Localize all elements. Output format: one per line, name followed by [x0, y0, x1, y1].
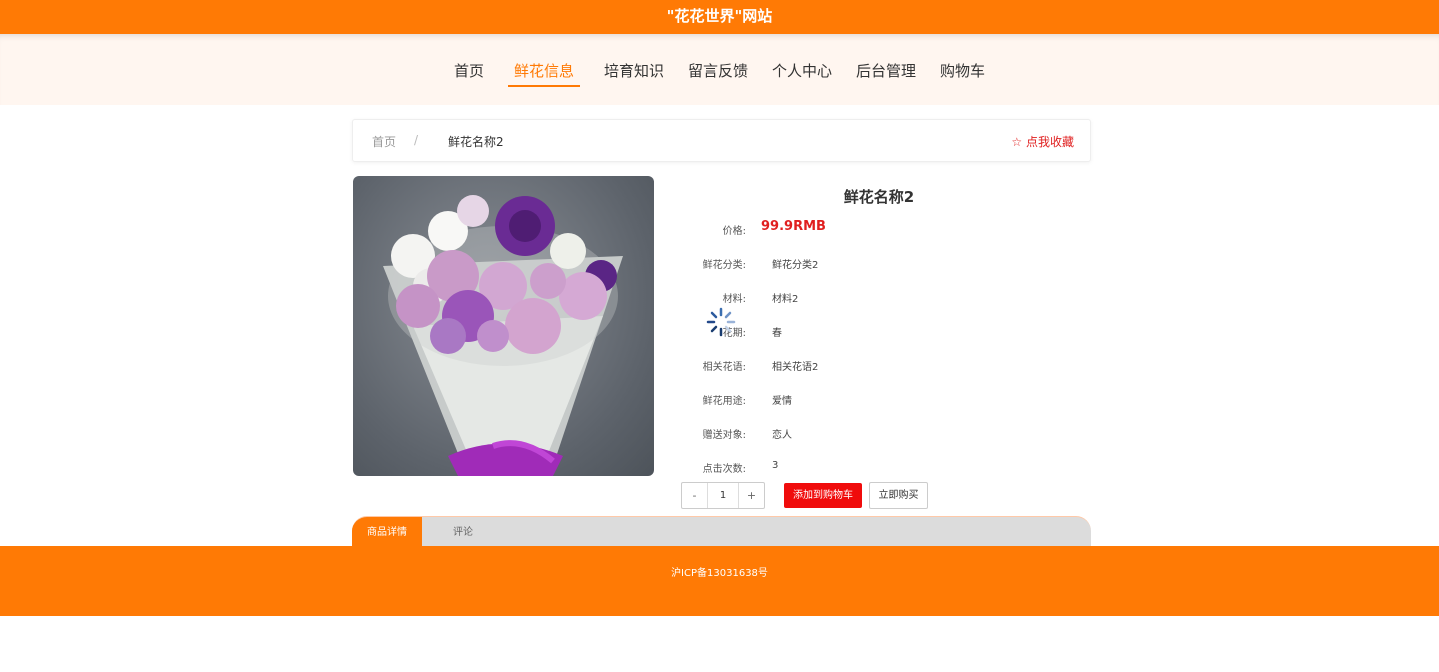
- info-row-flower-language: 相关花语: 相关花语2: [680, 358, 1080, 378]
- breadcrumb-home-link[interactable]: 首页: [372, 133, 396, 150]
- tab-product-details[interactable]: 商品详情: [352, 517, 422, 546]
- nav-item-admin[interactable]: 后台管理: [856, 60, 916, 87]
- info-row-category: 鲜花分类: 鲜花分类2: [680, 256, 1080, 276]
- nav-item-cultivation[interactable]: 培育知识: [604, 60, 664, 87]
- info-row-material: 材料: 材料2: [680, 290, 1080, 310]
- product-title: 鲜花名称2: [843, 188, 915, 206]
- breadcrumb-current: 鲜花名称2: [448, 135, 504, 149]
- quantity-input[interactable]: 1: [707, 483, 739, 508]
- breadcrumb-separator: /: [414, 133, 419, 147]
- main-navbar: 首页 鲜花信息 培育知识 留言反馈 个人中心 后台管理 购物车: [0, 34, 1439, 105]
- info-label: 点击次数:: [702, 464, 746, 475]
- info-label: 材料:: [722, 294, 746, 305]
- breadcrumb: 首页 / 鲜花名称2 ☆ 点我收藏: [352, 119, 1091, 162]
- price-value: 99.9RMB: [761, 219, 826, 234]
- site-footer: 沪ICP备13031638号: [0, 546, 1439, 616]
- site-header: "花花世界"网站: [0, 0, 1439, 34]
- info-value: 爱情: [772, 396, 792, 407]
- product-image: [353, 176, 654, 476]
- add-to-cart-button[interactable]: 添加到购物车: [784, 483, 862, 508]
- nav-item-personal-center[interactable]: 个人中心: [772, 60, 832, 87]
- nav-item-feedback[interactable]: 留言反馈: [688, 60, 748, 87]
- info-label: 鲜花分类:: [702, 260, 746, 271]
- info-label: 相关花语:: [702, 362, 746, 373]
- price-label: 价格:: [722, 226, 746, 237]
- nav-menu: 首页 鲜花信息 培育知识 留言反馈 个人中心 后台管理 购物车: [0, 60, 1439, 87]
- info-value: 3: [772, 460, 779, 471]
- site-title: "花花世界"网站: [666, 7, 773, 25]
- info-value: 春: [772, 328, 782, 339]
- nav-item-home[interactable]: 首页: [454, 60, 484, 87]
- info-label: 赠送对象:: [702, 430, 746, 441]
- product-tabs: 商品详情 评论: [352, 516, 1091, 546]
- bouquet-illustration: [383, 195, 623, 476]
- nav-item-cart[interactable]: 购物车: [940, 60, 985, 87]
- icp-record: 沪ICP备13031638号: [671, 568, 768, 579]
- info-value: 鲜花分类2: [772, 260, 819, 271]
- info-row-click-count: 点击次数: 3: [680, 460, 1080, 480]
- tab-comments[interactable]: 评论: [428, 517, 498, 546]
- quantity-stepper: - 1 +: [681, 482, 765, 509]
- price-row: 价格: 99.9RMB: [680, 219, 1080, 242]
- info-value: 材料2: [772, 294, 799, 305]
- info-row-usage: 鲜花用途: 爱情: [680, 392, 1080, 412]
- loading-spinner-icon: [706, 307, 736, 337]
- quantity-increment-button[interactable]: +: [739, 483, 764, 508]
- info-label: 鲜花用途:: [702, 396, 746, 407]
- nav-item-flower-info[interactable]: 鲜花信息: [507, 60, 580, 87]
- info-row-bloom-period: 花期: 春: [680, 324, 1080, 344]
- info-value: 相关花语2: [772, 362, 819, 373]
- favorite-button[interactable]: ☆ 点我收藏: [1011, 133, 1074, 150]
- info-value: 恋人: [772, 430, 792, 441]
- quantity-decrement-button[interactable]: -: [682, 483, 707, 508]
- info-row-recipient: 赠送对象: 恋人: [680, 426, 1080, 446]
- buy-now-button[interactable]: 立即购买: [869, 482, 928, 509]
